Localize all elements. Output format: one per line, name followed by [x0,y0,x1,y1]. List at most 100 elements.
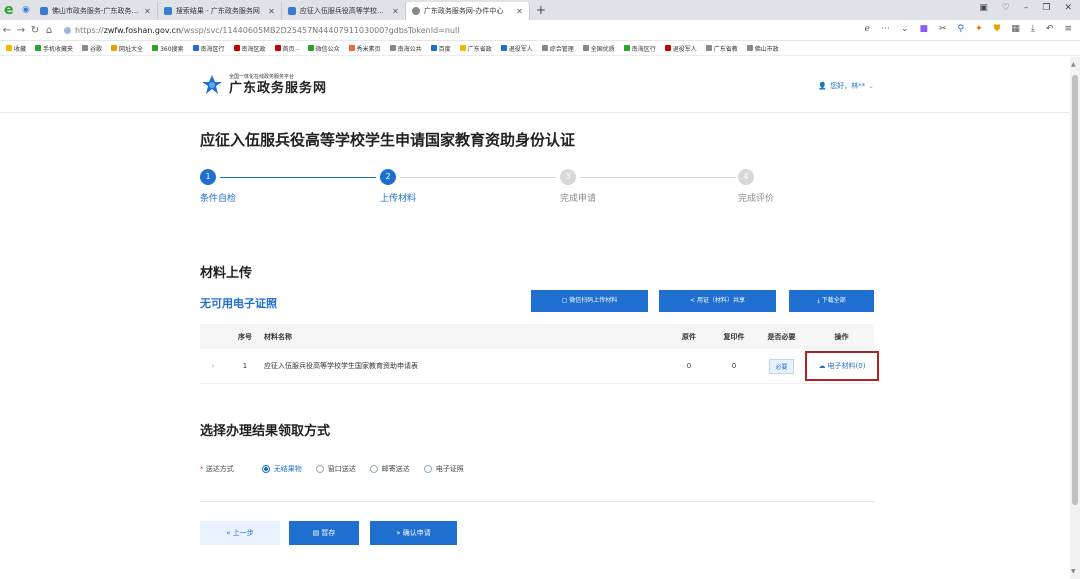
tab-title: 广东政务服务网-办件中心 [423,7,504,15]
apps-icon[interactable]: ▦ [1011,24,1020,34]
new-tab-button[interactable]: + [536,3,546,17]
close-tab-icon[interactable]: ✕ [268,7,275,16]
close-tab-icon[interactable]: ✕ [144,7,151,16]
tab-list-icon[interactable]: ◉ [22,5,30,15]
bookmark-item[interactable]: 广东省政 [459,44,492,53]
wechat-upload-button[interactable]: ▢ 微信扫码上传材料 [531,290,648,312]
step-1: 1 条件自检 [200,169,236,204]
radio-window[interactable]: 窗口送达 [315,464,356,474]
bookmark-item[interactable]: 南海公共 [389,44,422,53]
minimize-icon[interactable]: – [1024,3,1029,13]
tab-1[interactable]: 搜索结果 - 广东政务服务网 ✕ [158,2,282,20]
bookmark-item[interactable]: 百度 [430,44,451,53]
cell-name: 应征入伍服兵役高等学校学生国家教育资助申请表 [264,362,418,370]
step-label: 上传材料 [380,194,417,204]
maximize-icon[interactable]: ❐ [1042,3,1050,13]
site-favicon-icon [163,7,172,15]
close-window-icon[interactable]: ✕ [1064,3,1072,13]
bookmark-item[interactable]: 收藏 [6,44,26,53]
bookmark-item[interactable]: 南海区政 [233,44,266,53]
close-tab-icon[interactable]: ✕ [516,7,523,16]
bookmark-item[interactable]: 全国优质 [582,44,615,53]
bookmark-label: 收藏 [14,45,27,53]
prev-step-button[interactable]: « 上一步 [200,521,280,545]
bookmark-item[interactable]: 佛山市政 [746,44,779,53]
scroll-thumb[interactable] [1072,75,1078,505]
forward-icon[interactable]: → [14,25,28,36]
chevron-down-icon: ⌄ [868,82,874,90]
step-connector [400,177,556,178]
dropdown-icon[interactable]: ⌄ [901,24,909,34]
menu-icon[interactable]: ≡ [1064,24,1072,34]
cell-idx: 1 [242,362,248,370]
download-all-button[interactable]: ⤓ 下载全部 [789,290,874,312]
user-menu[interactable]: 👤 您好，林** ⌄ [818,81,874,91]
step-connector [580,177,736,178]
expand-row-icon[interactable]: › [200,362,226,370]
cell-orig: 0 [686,362,692,370]
bookmark-item[interactable]: 秀米素页 [348,44,381,53]
home-icon[interactable]: ⌂ [42,25,56,36]
bookmark-label: 全国优质 [590,45,615,53]
extension-icon[interactable]: ■ [919,24,928,34]
reload-icon[interactable]: ↻ [28,25,42,36]
step-2: 2 上传材料 [380,169,416,204]
undo-icon[interactable]: ↶ [1046,24,1054,34]
window-controls: ▣ ♡ – ❐ ✕ [979,3,1072,13]
radio-no-result[interactable]: 无结果物 [261,464,302,474]
radio-e-cert[interactable]: 电子证照 [423,464,464,474]
bookmark-label: 首页 - [282,45,299,53]
user-greeting: 您好，林** [830,82,866,90]
bookmark-item[interactable]: 网址大全 [111,44,143,53]
tab-bar: e ◉ 佛山市政务服务-广东政务服务网 ✕ 搜索结果 - 广东政务服务网 ✕ 应… [0,0,1080,20]
tab-0[interactable]: 佛山市政务服务-广东政务服务网 ✕ [34,2,158,20]
search-icon[interactable]: ⚲ [958,24,965,34]
col-op: 操作 [834,332,849,341]
delivery-label: * 送达方式 [200,465,234,473]
tab-title: 搜索结果 - 广东政务服务网 [175,7,260,15]
electronic-material-button[interactable]: ☁ 电子材料(0) [805,351,879,381]
close-tab-icon[interactable]: ✕ [392,7,399,16]
game-icon[interactable]: ✦ [975,24,983,34]
shield-icon[interactable]: ⛊ [994,24,1001,34]
bookmark-item[interactable]: 南海区行 [623,44,656,53]
site-logo[interactable]: 全国一体化在线政务服务平台 广东政务服务网 [200,73,327,97]
more-icon[interactable]: ⋯ [881,24,890,34]
bookmark-label: 百度 [438,45,451,53]
bookmark-item[interactable]: 谷歌 [82,44,102,53]
radio-label: 电子证照 [435,465,464,473]
bookmark-item[interactable]: 退役军人 [500,44,533,53]
download-icon[interactable]: ⤓ [1031,24,1035,34]
col-copy: 复印件 [723,332,745,341]
step-4: 4 完成评价 [738,169,774,204]
radio-dot [369,465,378,473]
bookmark-item[interactable]: 首页 - [274,44,299,53]
save-draft-button[interactable]: ▤ 暂存 [289,521,359,545]
browser-window: e ◉ 佛山市政务服务-广东政务服务网 ✕ 搜索结果 - 广东政务服务网 ✕ 应… [0,0,1080,579]
skin-icon[interactable]: ♡ [1002,3,1010,13]
radio-mail[interactable]: 邮寄送达 [369,464,410,474]
bookmark-item[interactable]: 手机收藏夹 [35,44,73,53]
compat-mode-icon[interactable]: ℯ [865,24,870,34]
confirm-apply-button[interactable]: » 确认申请 [370,521,457,545]
tab-count-icon[interactable]: ▣ [979,3,988,13]
bookmark-label: 广东省教 [713,45,738,53]
scroll-up-icon[interactable]: ▲ [1071,61,1076,68]
url-input[interactable]: https://zwfw.foshan.gov.cn/wssp/svc/1144… [64,26,834,35]
tab-3[interactable]: 广东政务服务网-办件中心 ✕ [405,2,530,20]
bookmark-item[interactable]: 360搜索 [152,44,184,53]
bookmark-item[interactable]: 退役军人 [664,44,697,53]
back-icon[interactable]: ← [0,25,14,36]
bookmark-item[interactable]: 南海区行 [192,44,225,53]
radio-label: 邮寄送达 [381,465,410,473]
tab-2[interactable]: 应征入伍服兵役高等学校学生 ✕ [282,2,406,20]
bookmark-item[interactable]: 广东省教 [705,44,738,53]
bookmark-item[interactable]: 综合管理 [541,44,574,53]
bookmark-item[interactable]: 微信公众 [307,44,340,53]
scroll-down-icon[interactable]: ▼ [1071,568,1076,575]
scissors-icon[interactable]: ✂ [939,24,947,34]
page-scrollbar[interactable]: ▲ ▼ [1070,57,1080,579]
button-label: 暂存 [321,529,336,537]
bookmark-label: 综合管理 [549,45,574,53]
share-materials-button[interactable]: < 用证（材料）共享 [659,290,776,312]
